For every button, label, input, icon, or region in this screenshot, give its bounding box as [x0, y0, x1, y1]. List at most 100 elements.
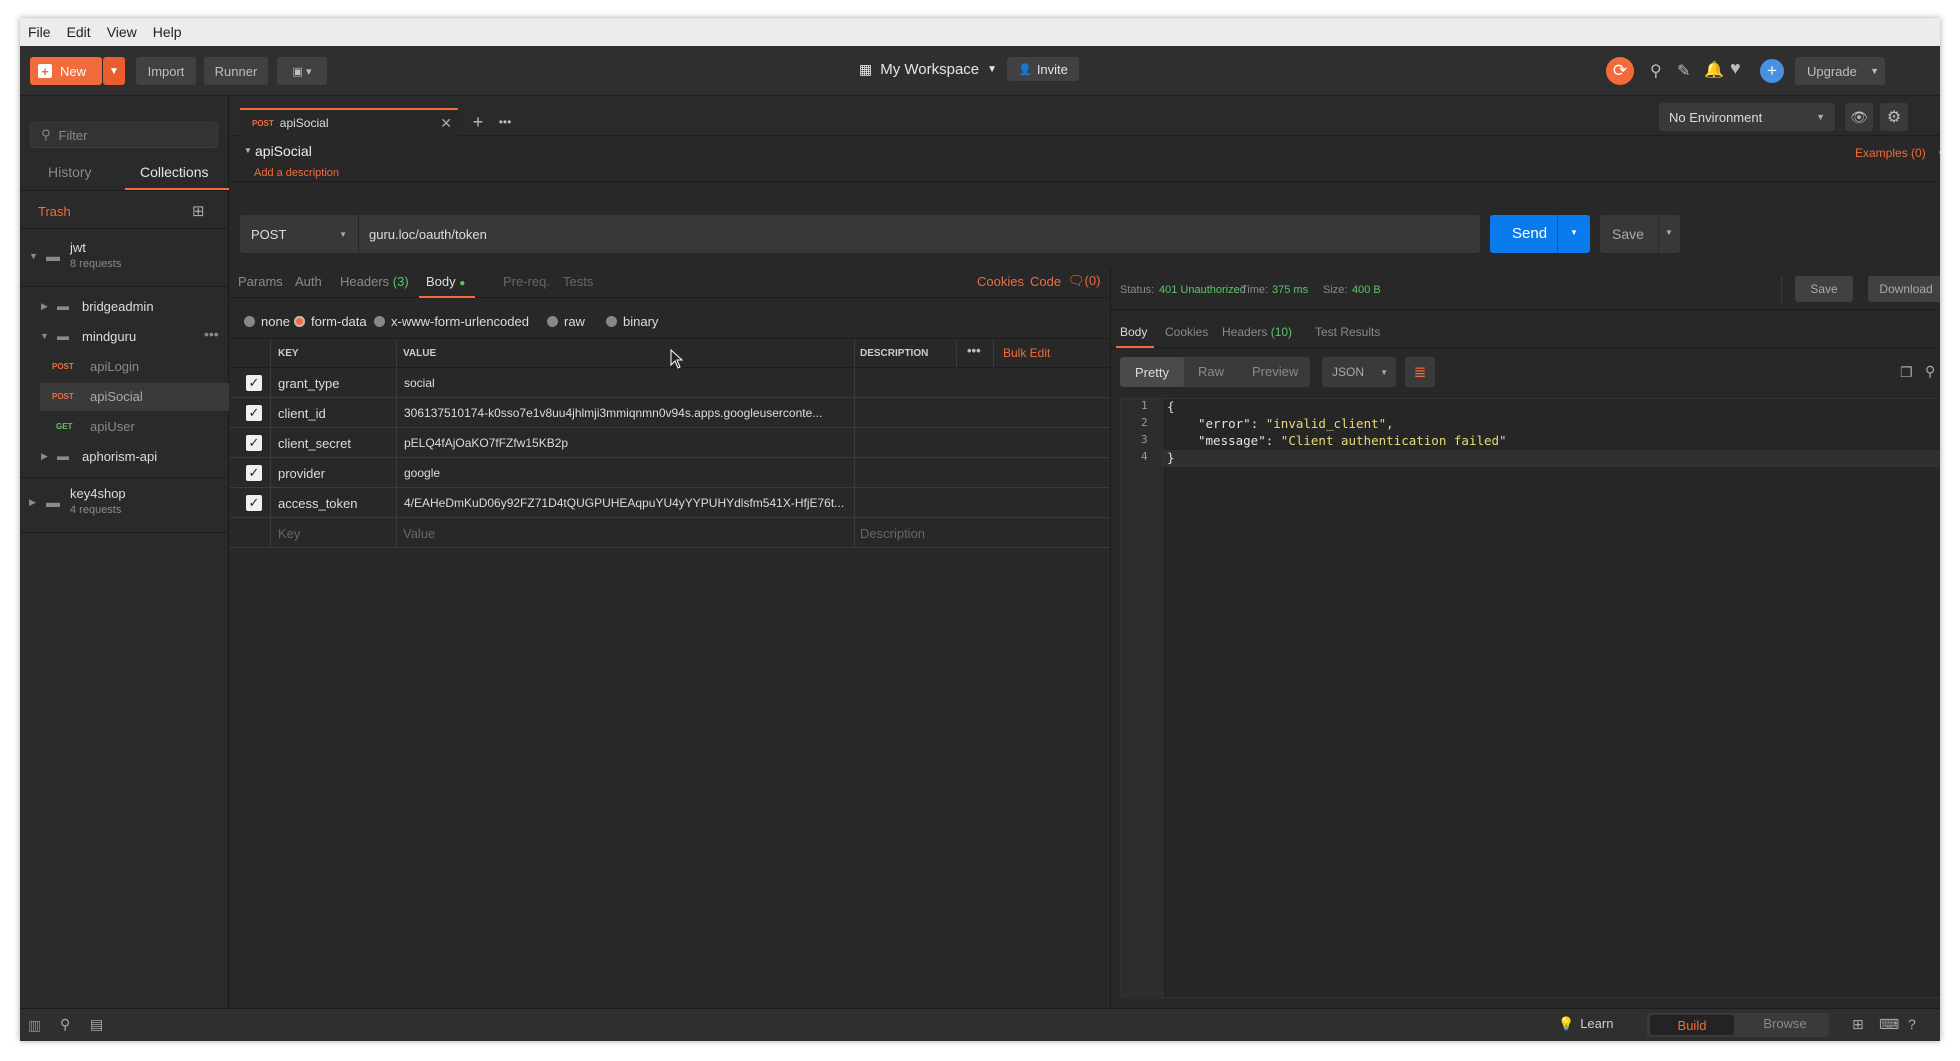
- learn-button[interactable]: 💡 Learn: [1558, 1016, 1613, 1032]
- folder-bridgeadmin[interactable]: ▶ ▬ bridgeadmin: [20, 293, 229, 321]
- key-cell[interactable]: access_token: [278, 496, 358, 511]
- tab-tests[interactable]: Tests: [563, 274, 593, 289]
- tab-history[interactable]: History: [48, 164, 92, 180]
- mode-build[interactable]: Build: [1650, 1015, 1734, 1035]
- close-icon[interactable]: ✕: [440, 115, 452, 132]
- more-icon[interactable]: •••: [204, 326, 219, 342]
- request-apiUser[interactable]: GET apiUser: [20, 413, 229, 441]
- tab-apiSocial[interactable]: POST apiSocial ✕: [240, 108, 458, 136]
- sidebar-filter-input[interactable]: ⚲ Filter: [30, 122, 218, 148]
- value-cell[interactable]: 306137510174-k0sso7e1v8uu4jhlmji3mmiqnmn…: [404, 406, 822, 420]
- sidebar-toggle-icon[interactable]: ▥: [28, 1017, 41, 1034]
- help-icon[interactable]: ?: [1908, 1016, 1916, 1032]
- sync-icon[interactable]: ⟳: [1606, 57, 1634, 85]
- import-button[interactable]: Import: [136, 57, 196, 85]
- key-input[interactable]: Key: [278, 526, 300, 541]
- gear-icon[interactable]: ⚙: [1880, 103, 1908, 131]
- menu-help[interactable]: Help: [145, 24, 190, 40]
- tab-body[interactable]: Body ●: [426, 274, 465, 289]
- value-input[interactable]: Value: [403, 526, 435, 541]
- row-checkbox[interactable]: ✓: [246, 465, 262, 481]
- copy-icon[interactable]: ❐: [1900, 364, 1913, 381]
- code-link[interactable]: Code: [1030, 274, 1061, 289]
- row-checkbox[interactable]: ✓: [246, 495, 262, 511]
- description-cell[interactable]: [860, 376, 1100, 390]
- row-checkbox[interactable]: ✓: [246, 375, 262, 391]
- view-preview[interactable]: Preview: [1252, 364, 1298, 379]
- radio-binary[interactable]: binary: [606, 314, 658, 329]
- value-cell[interactable]: google: [404, 466, 440, 480]
- row-checkbox[interactable]: ✓: [246, 405, 262, 421]
- description-cell[interactable]: [860, 466, 1100, 480]
- request-apiSocial[interactable]: POST apiSocial: [40, 383, 229, 411]
- key-cell[interactable]: grant_type: [278, 376, 339, 391]
- examples-dropdown[interactable]: Examples (0): [1855, 146, 1926, 160]
- tab-params[interactable]: Params: [238, 274, 283, 289]
- satellite-icon[interactable]: ⚲: [1650, 61, 1662, 81]
- tab-response-cookies[interactable]: Cookies: [1165, 325, 1208, 339]
- size-value[interactable]: 400 B: [1352, 284, 1381, 296]
- new-collection-icon[interactable]: ⊞: [192, 202, 205, 220]
- radio-form-data[interactable]: form-data: [294, 314, 367, 329]
- method-select[interactable]: POST ▼: [240, 215, 358, 253]
- save-button[interactable]: Save ▼: [1600, 215, 1680, 253]
- view-pretty[interactable]: Pretty: [1120, 357, 1184, 387]
- description-cell[interactable]: [860, 436, 1100, 450]
- console-icon[interactable]: ▤: [90, 1016, 103, 1033]
- environment-select[interactable]: No Environment ▼: [1659, 103, 1835, 131]
- download-button[interactable]: Download: [1868, 276, 1940, 302]
- collection-jwt[interactable]: ▼ ▬ jwt 8 requests: [20, 236, 229, 280]
- description-input[interactable]: Description: [860, 526, 925, 541]
- tab-prereq[interactable]: Pre-req.: [503, 274, 550, 289]
- bulk-edit-link[interactable]: Bulk Edit: [1003, 346, 1050, 360]
- pane-splitter[interactable]: [1110, 268, 1111, 1008]
- menu-view[interactable]: View: [99, 24, 145, 40]
- comments-link[interactable]: 🗨(0): [1068, 273, 1100, 289]
- format-select[interactable]: JSON ▼: [1322, 357, 1396, 387]
- bell-icon[interactable]: 🔔: [1704, 60, 1724, 80]
- status-value[interactable]: 401 Unauthorized: [1159, 284, 1246, 296]
- eye-icon[interactable]: 👁: [1845, 103, 1873, 131]
- new-tab-button[interactable]: +: [466, 110, 490, 134]
- heart-icon[interactable]: ♥: [1730, 58, 1741, 79]
- tab-test-results[interactable]: Test Results: [1315, 325, 1380, 339]
- tab-response-body[interactable]: Body: [1120, 325, 1147, 339]
- keyboard-icon[interactable]: ⌨: [1879, 1016, 1899, 1033]
- cookies-link[interactable]: Cookies: [977, 274, 1024, 289]
- time-value[interactable]: 375 ms: [1272, 284, 1308, 296]
- key-cell[interactable]: client_id: [278, 406, 326, 421]
- collection-key4shop[interactable]: ▶ ▬ key4shop 4 requests: [20, 482, 229, 526]
- wrap-lines-icon[interactable]: ≣: [1405, 357, 1435, 387]
- layout-icon[interactable]: ⊞: [1852, 1016, 1864, 1033]
- caret-down-icon[interactable]: ▼: [244, 146, 252, 155]
- row-checkbox[interactable]: ✓: [246, 435, 262, 451]
- tab-collections[interactable]: Collections: [140, 164, 208, 180]
- menu-file[interactable]: File: [20, 24, 59, 40]
- new-window-button[interactable]: ▣ ▾: [277, 57, 327, 85]
- trash-link[interactable]: Trash: [38, 204, 71, 219]
- upgrade-button[interactable]: Upgrade ▼: [1795, 57, 1885, 85]
- chevron-down-icon[interactable]: ▼: [1665, 228, 1673, 237]
- send-button[interactable]: Send ▼: [1490, 215, 1590, 253]
- new-button[interactable]: + New: [30, 57, 102, 85]
- key-cell[interactable]: client_secret: [278, 436, 351, 451]
- workspace-selector[interactable]: ▦ My Workspace ▼: [859, 61, 997, 78]
- radio-none[interactable]: none: [244, 314, 290, 329]
- new-dropdown-button[interactable]: ▼: [103, 57, 125, 85]
- more-icon[interactable]: •••: [967, 343, 981, 358]
- runner-button[interactable]: Runner: [204, 57, 268, 85]
- tab-response-headers[interactable]: Headers (10): [1222, 325, 1292, 339]
- chevron-down-icon[interactable]: ▼: [1570, 228, 1578, 237]
- add-description-link[interactable]: Add a description: [254, 167, 339, 179]
- description-cell[interactable]: [860, 406, 1100, 420]
- mode-browse[interactable]: Browse: [1743, 1016, 1827, 1031]
- view-raw[interactable]: Raw: [1198, 364, 1224, 379]
- invite-button[interactable]: 👤 Invite: [1007, 57, 1079, 81]
- menu-edit[interactable]: Edit: [59, 24, 99, 40]
- tab-headers[interactable]: Headers (3): [340, 274, 409, 289]
- find-icon[interactable]: ⚲: [60, 1016, 70, 1033]
- wrench-icon[interactable]: ✎: [1677, 61, 1690, 81]
- value-cell[interactable]: pELQ4fAjOaKO7fFZfw15KB2p: [404, 436, 568, 450]
- response-code-editor[interactable]: 1 {2 "error": "invalid_client", 3 "message":…: [1120, 398, 1940, 999]
- description-cell[interactable]: [860, 496, 1100, 510]
